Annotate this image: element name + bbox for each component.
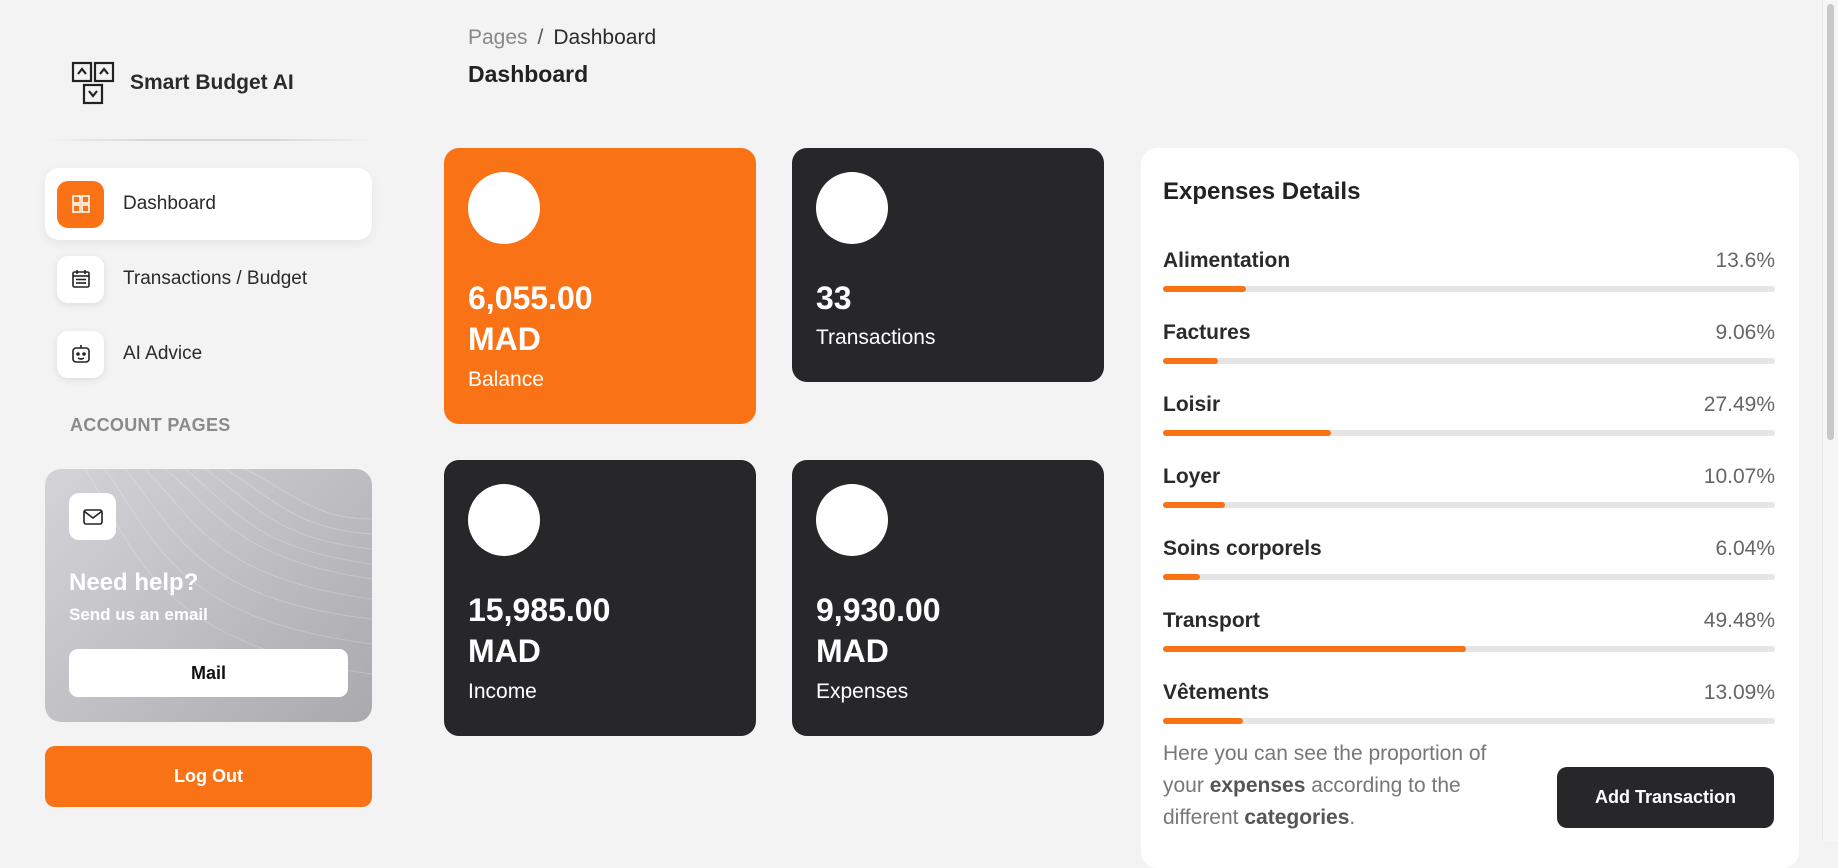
category-name: Loisir (1163, 393, 1221, 416)
category-percent: 13.09% (1703, 681, 1775, 704)
category-percent: 49.48% (1703, 609, 1775, 632)
expense-category-row: Vêtements 13.09% (1163, 681, 1775, 741)
expense-category-row: Loyer 10.07% (1163, 465, 1775, 525)
expense-category-row: Soins corporels 6.04% (1163, 537, 1775, 597)
scrollbar[interactable] (1822, 0, 1838, 841)
expenses-note: Here you can see the proportion of your … (1163, 742, 1487, 829)
progress-fill (1163, 358, 1219, 364)
progress-fill (1163, 502, 1225, 508)
progress-fill (1163, 430, 1332, 436)
dashboard-icon (57, 180, 104, 228)
sidebar-item-transactions[interactable]: Transactions / Budget (45, 243, 372, 315)
breadcrumb-current: Dashboard (553, 26, 657, 49)
transactions-label: Transactions (816, 326, 936, 349)
progress-fill (1163, 574, 1200, 580)
sidebar-nav: Dashboard Transactions / Budget AI Advic… (45, 168, 372, 393)
expense-category-row: Alimentation 13.6% (1163, 249, 1775, 309)
transactions-card: 33 Transactions (792, 148, 1104, 382)
category-percent: 10.07% (1703, 465, 1775, 488)
sidebar-item-label: Dashboard (123, 193, 216, 214)
income-card: 15,985.00 MAD Income (444, 460, 756, 736)
progress-track (1163, 646, 1775, 652)
progress-fill (1163, 718, 1244, 724)
robot-icon (57, 330, 104, 378)
balance-label: Balance (468, 368, 544, 391)
sidebar-item-dashboard[interactable]: Dashboard (45, 168, 372, 240)
transactions-value: 33 (816, 280, 852, 316)
expenses-details-panel: Expenses Details Alimentation 13.6% Fact… (1141, 148, 1799, 868)
progress-track (1163, 502, 1775, 508)
expenses-label: Expenses (816, 680, 909, 703)
balance-value: 6,055.00 MAD (468, 280, 593, 357)
scrollbar-thumb[interactable] (1827, 4, 1834, 440)
breadcrumb: Pages / Dashboard (468, 26, 656, 50)
category-name: Loyer (1163, 465, 1221, 488)
sidebar-item-label: Transactions / Budget (123, 268, 308, 289)
logout-button[interactable]: Log Out (45, 746, 372, 807)
sidebar-item-ai-advice[interactable]: AI Advice (45, 318, 372, 390)
page-title: Dashboard (468, 61, 589, 87)
category-name: Transport (1163, 609, 1260, 632)
expense-category-row: Factures 9.06% (1163, 321, 1775, 381)
progress-track (1163, 286, 1775, 292)
card-icon-placeholder (468, 172, 540, 244)
help-title: Need help? (69, 569, 199, 596)
progress-fill (1163, 646, 1466, 652)
expenses-value: 9,930.00 MAD (816, 592, 941, 669)
category-percent: 9.06% (1715, 321, 1775, 344)
category-name: Alimentation (1163, 249, 1291, 272)
category-percent: 13.6% (1715, 249, 1775, 272)
progress-track (1163, 358, 1775, 364)
divider (45, 139, 375, 141)
card-icon-placeholder (468, 484, 540, 556)
brand[interactable]: Smart Budget AI (70, 60, 294, 106)
mail-button[interactable]: Mail (69, 649, 348, 697)
income-label: Income (468, 680, 537, 703)
expenses-card: 9,930.00 MAD Expenses (792, 460, 1104, 736)
category-percent: 27.49% (1703, 393, 1775, 416)
mail-icon (69, 493, 116, 540)
card-icon-placeholder (816, 484, 888, 556)
section-title-account-pages: ACCOUNT PAGES (70, 415, 231, 435)
logo-icon (71, 61, 115, 105)
category-name: Vêtements (1163, 681, 1270, 704)
balance-card: 6,055.00 MAD Balance (444, 148, 756, 424)
expense-category-row: Loisir 27.49% (1163, 393, 1775, 453)
progress-track (1163, 430, 1775, 436)
expenses-details-title: Expenses Details (1163, 178, 1361, 205)
income-value: 15,985.00 MAD (468, 592, 611, 669)
category-percent: 6.04% (1715, 537, 1775, 560)
card-icon-placeholder (816, 172, 888, 244)
breadcrumb-root[interactable]: Pages (468, 26, 528, 49)
category-name: Factures (1163, 321, 1251, 344)
progress-fill (1163, 286, 1247, 292)
progress-track (1163, 718, 1775, 724)
app-name: Smart Budget AI (130, 71, 294, 94)
help-card: Need help? Send us an email Mail (45, 469, 372, 722)
breadcrumb-separator: / (537, 26, 544, 49)
category-name: Soins corporels (1163, 537, 1322, 560)
add-transaction-button[interactable]: Add Transaction (1557, 767, 1774, 828)
calendar-icon (57, 255, 104, 303)
help-subtitle: Send us an email (69, 605, 208, 624)
expense-category-row: Transport 49.48% (1163, 609, 1775, 669)
sidebar-item-label: AI Advice (123, 343, 203, 364)
progress-track (1163, 574, 1775, 580)
